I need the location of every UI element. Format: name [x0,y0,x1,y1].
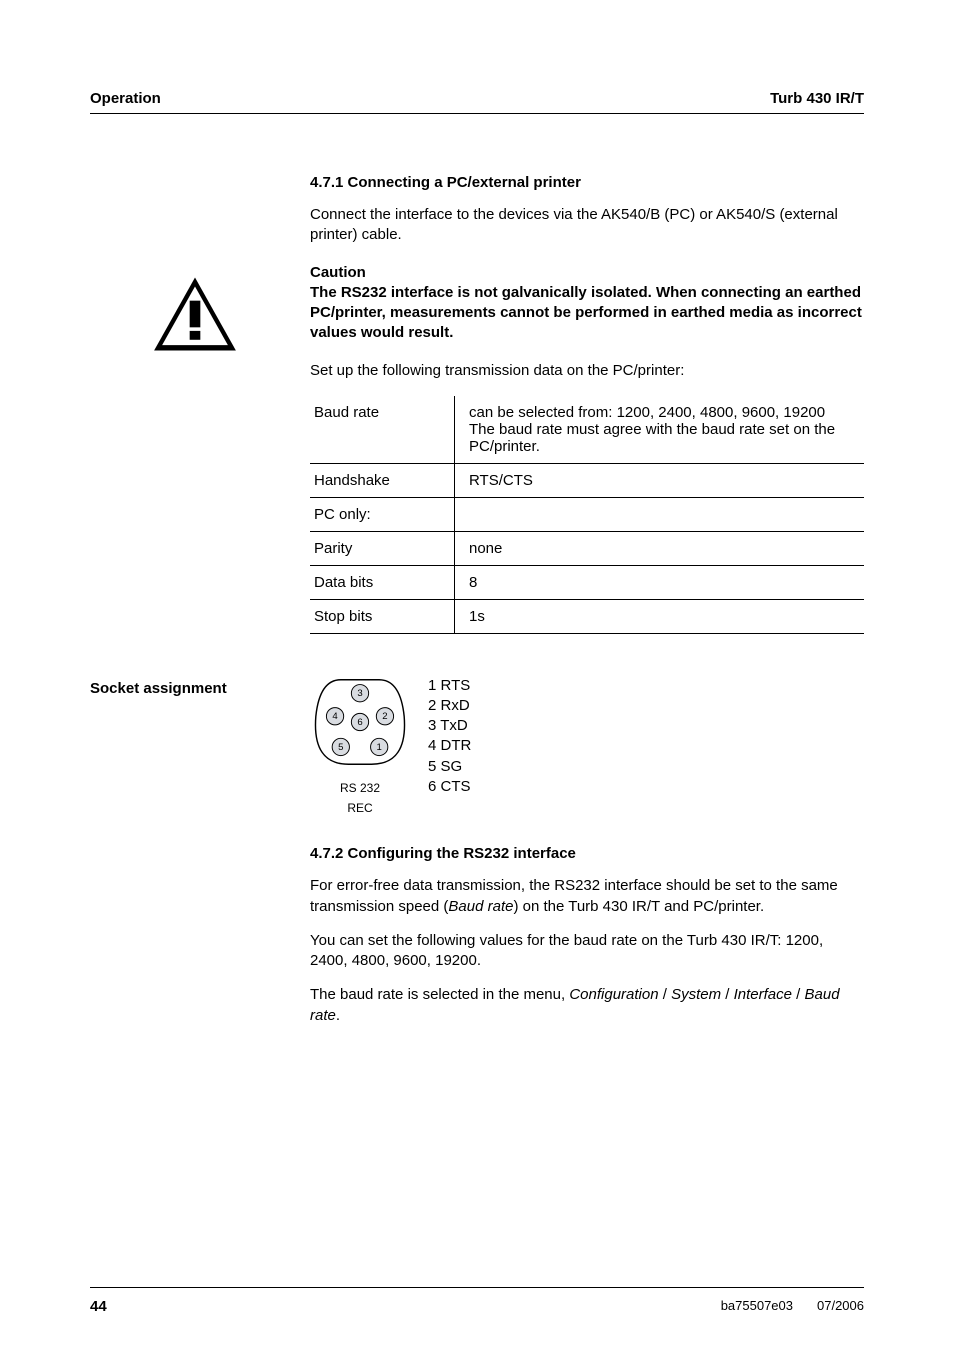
table-key: Stop bits [310,599,455,633]
p3-b: . [336,1007,340,1024]
table-key: Parity [310,531,455,565]
pin-entry: 2 RxD [428,696,471,716]
svg-text:3: 3 [357,688,362,699]
warning-triangle-icon [150,274,240,354]
p3-i2: System [671,986,721,1003]
p3-s3: / [792,986,805,1003]
page-header: Operation Turb 430 IR/T [90,90,864,107]
p1-italic: Baud rate [448,898,513,915]
header-rule [90,113,864,114]
table-value: 8 [455,565,865,599]
pin-entry: 1 RTS [428,676,471,696]
section-471-heading: 4.7.1 Connecting a PC/external printer [310,174,864,191]
table-key: PC only: [310,497,455,531]
table-value: RTS/CTS [455,463,865,497]
footer-rule [90,1287,864,1288]
svg-text:2: 2 [382,711,387,722]
caution-body: The RS232 interface is not galvanically … [310,283,864,344]
table-row: Baud ratecan be selected from: 1200, 240… [310,396,864,464]
footer-meta: ba75507e03 07/2006 [697,1298,864,1313]
section-472-heading: 4.7.2 Configuring the RS232 interface [310,845,864,862]
svg-text:4: 4 [332,711,338,722]
pin-entry: 4 DTR [428,736,471,756]
pin-entry: 5 SG [428,757,471,777]
caution-heading: Caution [310,264,864,281]
footer-page-number: 44 [90,1298,107,1315]
table-row: Data bits8 [310,565,864,599]
p3-s2: / [721,986,734,1003]
table-row: PC only: [310,497,864,531]
section-472-p3: The baud rate is selected in the menu, C… [310,985,864,1026]
socket-assignment-block: Socket assignment 3 [310,674,864,816]
section-471-intro: Connect the interface to the devices via… [310,205,864,246]
socket-side-label: Socket assignment [90,680,227,697]
section-472-p2: You can set the following values for the… [310,931,864,972]
socket-caption-line1: RS 232 [310,781,410,795]
p3-i3: Interface [734,986,792,1003]
pin-entry: 6 CTS [428,777,471,797]
table-row: Stop bits1s [310,599,864,633]
p3-i1: Configuration [569,986,658,1003]
footer-doc-id: ba75507e03 [721,1298,793,1313]
p3-a: The baud rate is selected in the menu, [310,986,569,1003]
table-value [455,497,865,531]
p3-s1: / [659,986,672,1003]
table-key: Baud rate [310,396,455,464]
socket-pin-list: 1 RTS2 RxD3 TxD4 DTR5 SG6 CTS [428,676,471,798]
transmission-intro: Set up the following transmission data o… [310,361,864,381]
table-value: none [455,531,865,565]
p1-part-b: ) on the Turb 430 IR/T and PC/printer. [513,898,764,915]
table-value: can be selected from: 1200, 2400, 4800, … [455,396,865,464]
socket-connector-icon: 3 2 4 6 1 5 [312,674,408,770]
caution-block: Caution The RS232 interface is not galva… [310,264,864,344]
section-472-p1: For error-free data transmission, the RS… [310,876,864,917]
socket-caption-line2: REC [310,801,410,815]
page-footer: 44 ba75507e03 07/2006 [90,1247,864,1315]
table-row: Paritynone [310,531,864,565]
svg-text:5: 5 [338,741,343,752]
header-left: Operation [90,90,161,107]
svg-text:6: 6 [357,716,362,727]
table-key: Data bits [310,565,455,599]
transmission-table: Baud ratecan be selected from: 1200, 240… [310,396,864,634]
footer-date: 07/2006 [817,1298,864,1313]
socket-diagram: 3 2 4 6 1 5 RS 232 REC [310,674,410,816]
svg-text:1: 1 [377,741,382,752]
pin-entry: 3 TxD [428,716,471,736]
table-value: 1s [455,599,865,633]
header-right: Turb 430 IR/T [770,90,864,107]
table-row: HandshakeRTS/CTS [310,463,864,497]
table-key: Handshake [310,463,455,497]
